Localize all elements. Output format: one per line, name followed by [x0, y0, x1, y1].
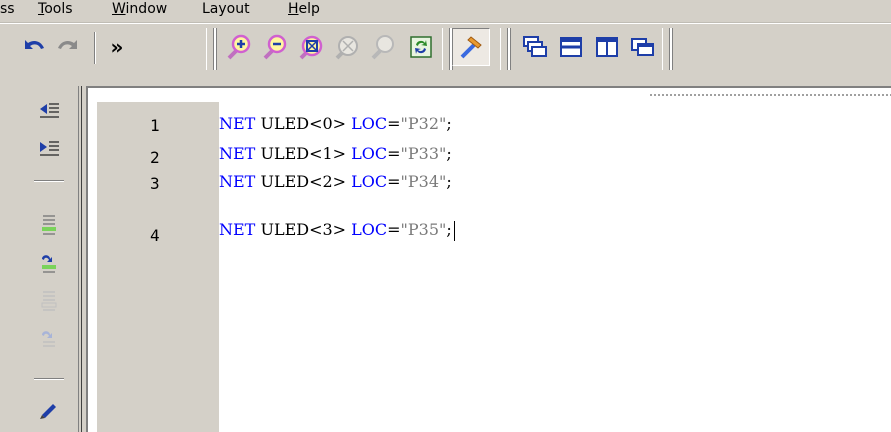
line-number: 1	[150, 116, 160, 135]
semicolon: ;	[446, 220, 452, 239]
side-toolbar-separator	[34, 378, 64, 379]
float-window-button[interactable]	[626, 30, 660, 64]
side-toolbar-edge	[78, 86, 82, 432]
editor-ruler-dots	[650, 94, 891, 96]
menu-help[interactable]: Help	[288, 0, 320, 20]
menu-help-rest: elp	[298, 1, 320, 17]
toggle-bookmark-icon	[42, 215, 56, 235]
undo-button[interactable]	[16, 30, 50, 64]
toolbar: »	[0, 23, 891, 86]
toggle-bookmark-button[interactable]	[34, 210, 64, 240]
hammer-icon	[460, 36, 482, 59]
refresh-button[interactable]	[404, 30, 438, 64]
identifier: ULED<3>	[260, 220, 347, 239]
code-line[interactable]: NET ULED<3> LOC="P35";	[219, 218, 455, 242]
menu-tools[interactable]: Tools	[38, 0, 73, 20]
zoom-full-icon	[299, 35, 323, 60]
menu-tools-rest: ools	[44, 1, 73, 17]
toolbar-grip[interactable]	[206, 28, 214, 70]
string-value: "P33"	[400, 144, 447, 163]
redo-icon	[58, 40, 77, 49]
semicolon: ;	[446, 172, 452, 191]
tile-vertical-button[interactable]	[590, 30, 624, 64]
clear-bookmarks-icon	[42, 331, 55, 347]
next-bookmark-button[interactable]	[34, 248, 64, 278]
code-line[interactable]: NET ULED<0> LOC="P32";	[219, 112, 452, 136]
text-caret	[453, 220, 455, 241]
tile-vertical-icon	[596, 37, 618, 57]
cascade-windows-button[interactable]	[518, 30, 552, 64]
menu-help-mnemonic: H	[288, 1, 299, 17]
attribute: LOC	[351, 220, 388, 239]
redo-button[interactable]	[52, 30, 86, 64]
toolbar-grip[interactable]	[442, 28, 450, 70]
implement-button[interactable]	[452, 28, 490, 66]
line-number: 2	[150, 148, 160, 167]
refresh-icon	[410, 36, 432, 58]
keyword: NET	[219, 220, 256, 239]
outdent-icon	[40, 103, 59, 118]
pencil-button[interactable]	[34, 392, 64, 422]
clear-bookmarks-button[interactable]	[34, 324, 64, 354]
zoom-selection-disabled-icon	[371, 35, 394, 60]
tile-horizontal-button[interactable]	[554, 30, 588, 64]
undo-icon	[25, 40, 44, 49]
overflow-chevron-icon: »	[110, 35, 124, 59]
side-toolbar-separator	[34, 180, 64, 181]
tile-horizontal-icon	[560, 37, 582, 57]
attribute: LOC	[351, 172, 388, 191]
zoom-fit-button[interactable]	[330, 30, 364, 64]
equals: =	[387, 220, 401, 239]
float-window-icon	[631, 38, 654, 56]
previous-bookmark-button[interactable]	[34, 286, 64, 316]
keyword: NET	[219, 144, 256, 163]
cascade-windows-icon	[523, 36, 547, 57]
zoom-fit-disabled-icon	[335, 36, 358, 60]
zoom-out-button[interactable]	[258, 30, 292, 64]
zoom-full-button[interactable]	[294, 30, 328, 64]
equals: =	[387, 172, 401, 191]
zoom-out-icon	[263, 34, 287, 60]
string-value: "P34"	[400, 172, 447, 191]
pencil-icon	[40, 404, 56, 419]
code-line[interactable]: NET ULED<1> LOC="P33";	[219, 142, 452, 166]
semicolon: ;	[446, 114, 452, 133]
outdent-button[interactable]	[34, 96, 64, 126]
menu-window[interactable]: Window	[112, 0, 167, 20]
toolbar-overflow-button[interactable]: »	[100, 30, 134, 64]
menu-bar: ss Tools Window Layout Help	[0, 0, 891, 23]
string-value: "P32"	[400, 114, 447, 133]
indent-icon	[40, 141, 59, 156]
previous-bookmark-icon	[41, 291, 57, 311]
menu-process-partial[interactable]: ss	[0, 0, 15, 20]
indent-button[interactable]	[34, 134, 64, 164]
equals: =	[387, 144, 401, 163]
code-line[interactable]: NET ULED<2> LOC="P34";	[219, 170, 452, 194]
attribute: LOC	[351, 144, 388, 163]
menu-window-mnemonic: W	[112, 1, 126, 17]
zoom-selection-button[interactable]	[366, 30, 400, 64]
next-bookmark-icon	[42, 255, 56, 273]
semicolon: ;	[446, 144, 452, 163]
line-number: 4	[150, 226, 160, 245]
identifier: ULED<1>	[260, 144, 347, 163]
zoom-in-button[interactable]	[222, 30, 256, 64]
toolbar-grip[interactable]	[500, 28, 508, 70]
identifier: ULED<0>	[260, 114, 347, 133]
zoom-in-icon	[227, 34, 251, 60]
string-value: "P35"	[400, 220, 447, 239]
equals: =	[387, 114, 401, 133]
editor-side-toolbar	[0, 86, 82, 432]
line-number: 3	[150, 174, 160, 193]
toolbar-grip[interactable]	[662, 28, 670, 70]
keyword: NET	[219, 172, 256, 191]
keyword: NET	[219, 114, 256, 133]
identifier: ULED<2>	[260, 172, 347, 191]
attribute: LOC	[351, 114, 388, 133]
menu-layout[interactable]: Layout	[202, 0, 250, 20]
toolbar-separator	[94, 32, 95, 64]
menu-window-rest: indow	[125, 1, 168, 17]
